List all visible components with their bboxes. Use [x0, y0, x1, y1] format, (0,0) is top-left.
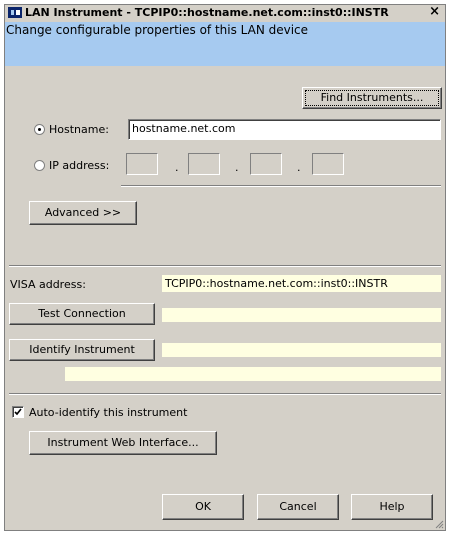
- section-separator: [9, 265, 441, 267]
- ip-dot-1: .: [175, 161, 179, 174]
- lan-instrument-dialog: LAN Instrument - TCPIP0::hostname.net.co…: [4, 4, 446, 531]
- options-separator: [9, 393, 441, 395]
- auto-identify-checkbox[interactable]: [12, 406, 24, 418]
- ip-separator: [121, 185, 441, 187]
- ip-octet-1-field[interactable]: [126, 153, 158, 175]
- hostname-label: Hostname:: [49, 123, 109, 136]
- hostname-radio[interactable]: [34, 124, 45, 135]
- header-banner: Change configurable properties of this L…: [5, 22, 445, 66]
- ip-octet-2-field[interactable]: [188, 153, 220, 175]
- auto-identify-label: Auto-identify this instrument: [29, 406, 188, 419]
- ip-dot-3: .: [297, 161, 301, 174]
- resize-grip-icon[interactable]: [434, 519, 444, 529]
- test-connection-button[interactable]: Test Connection: [9, 303, 155, 325]
- advanced-button[interactable]: Advanced >>: [29, 201, 137, 225]
- ok-button[interactable]: OK: [162, 494, 244, 520]
- dialog-subtitle: Change configurable properties of this L…: [6, 23, 309, 37]
- window-title: LAN Instrument - TCPIP0::hostname.net.co…: [25, 6, 389, 19]
- ip-dot-2: .: [235, 161, 239, 174]
- help-button[interactable]: Help: [351, 494, 433, 520]
- test-connection-result: [162, 308, 441, 322]
- identify-instrument-button[interactable]: Identify Instrument: [9, 339, 155, 361]
- visa-address-label: VISA address:: [10, 278, 86, 291]
- identify-result: [162, 343, 441, 357]
- visa-address-value: TCPIP0::hostname.net.com::inst0::INSTR: [162, 275, 441, 292]
- close-icon[interactable]: ×: [429, 4, 440, 19]
- ip-address-label: IP address:: [49, 159, 110, 172]
- check-icon: [14, 408, 22, 416]
- ip-address-radio[interactable]: [34, 160, 45, 171]
- instrument-info-field: [65, 367, 441, 381]
- app-icon: [8, 7, 22, 18]
- cancel-button[interactable]: Cancel: [257, 494, 339, 520]
- ip-octet-4-field[interactable]: [312, 153, 344, 175]
- title-bar: LAN Instrument - TCPIP0::hostname.net.co…: [5, 4, 445, 21]
- ip-octet-3-field[interactable]: [250, 153, 282, 175]
- find-instruments-button[interactable]: Find Instruments...: [302, 87, 442, 109]
- instrument-web-interface-button[interactable]: Instrument Web Interface...: [29, 431, 217, 455]
- hostname-input[interactable]: hostname.net.com: [128, 119, 441, 140]
